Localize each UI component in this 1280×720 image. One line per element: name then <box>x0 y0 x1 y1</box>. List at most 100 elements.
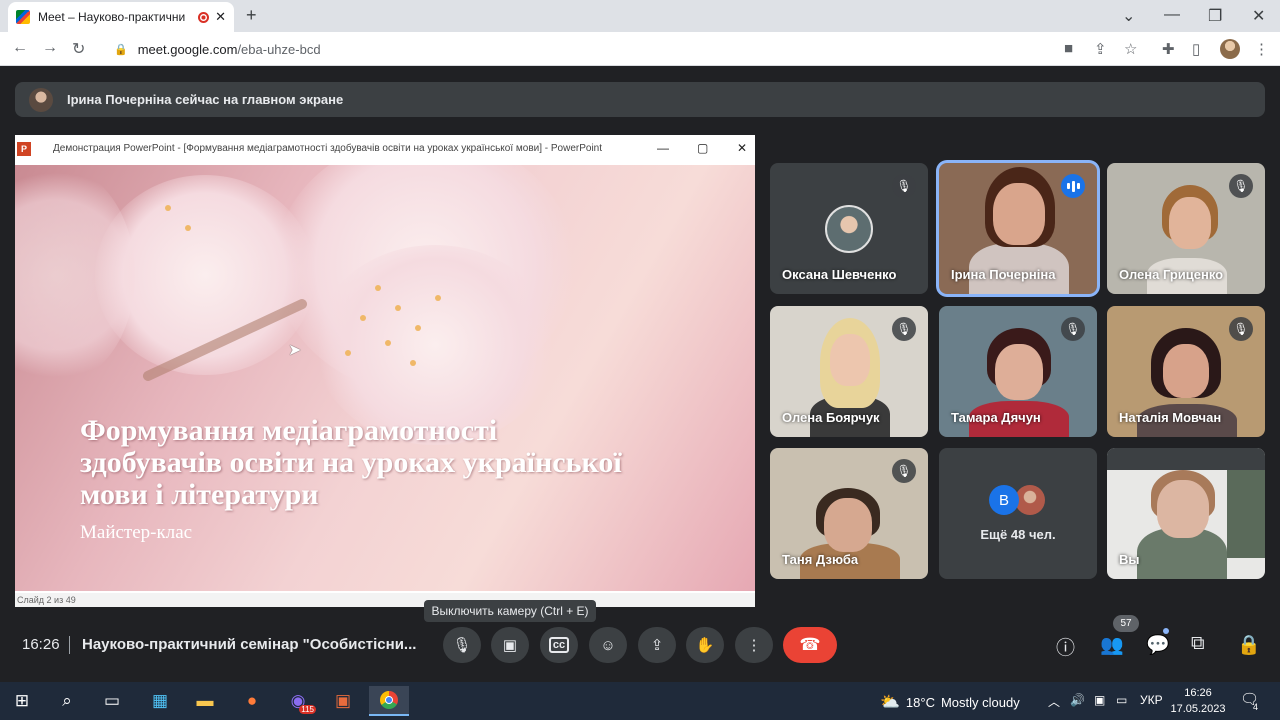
powerpoint-window-title: Демонстрация PowerPoint - [Формування ме… <box>53 143 603 154</box>
meet-favicon-icon <box>16 10 30 24</box>
browser-menu-icon[interactable]: ⋮ <box>1254 40 1269 58</box>
network-icon[interactable]: ▣ <box>1094 693 1105 707</box>
slide-title: Формування медіаграмотності здобувачів о… <box>80 414 622 511</box>
participant-tile[interactable]: 🎙 Олена Гриценко <box>1107 163 1265 294</box>
participant-tile[interactable]: 🎙 Наталія Мовчан <box>1107 306 1265 437</box>
mic-off-icon: 🎙 <box>1061 317 1085 341</box>
cloudy-icon: ⛅ <box>880 694 900 711</box>
emoji-icon: ☺ <box>600 636 616 654</box>
participant-initial-avatar: В <box>989 485 1019 515</box>
camera-button[interactable]: ▣ <box>491 627 529 663</box>
profile-avatar[interactable] <box>1220 39 1240 59</box>
host-controls-icon[interactable]: 🔒 <box>1237 633 1261 657</box>
participant-tile[interactable]: 🎙 Оксана Шевченко <box>770 163 928 294</box>
participant-avatar <box>825 205 873 253</box>
mic-off-icon: 🎙 <box>1229 317 1253 341</box>
more-options-button[interactable]: ⋮ <box>735 627 773 663</box>
new-tab-button[interactable]: + <box>246 5 257 26</box>
participant-name: Оксана Шевченко <box>782 267 897 282</box>
powerpoint-statusbar: Слайд 2 из 49 <box>15 593 755 607</box>
more-vert-icon: ⋮ <box>746 637 762 654</box>
microphone-button[interactable]: 🎙 <box>443 627 481 663</box>
people-icon[interactable]: 👥 <box>1100 633 1124 657</box>
activities-icon[interactable]: ⧉ <box>1191 633 1205 655</box>
banner-text: Ірина Почерніна сейчас на главном экране <box>67 92 344 107</box>
participant-tile[interactable]: 🎙 Олена Боярчук <box>770 306 928 437</box>
emoji-button[interactable]: ☺ <box>589 627 627 663</box>
participant-tile-speaking[interactable]: Ірина Почерніна <box>939 163 1097 294</box>
info-icon[interactable]: ⓘ <box>1056 633 1075 660</box>
tab-search-icon[interactable]: ⌄ <box>1122 6 1135 26</box>
powerpoint-taskbar-icon[interactable]: ▣ <box>323 686 363 716</box>
mic-off-icon: 🎙 <box>892 174 916 198</box>
minimize-icon[interactable]: — <box>1164 6 1180 24</box>
present-button[interactable]: ⇪ <box>638 627 676 663</box>
tab-title: Meet – Науково-практични <box>38 10 186 24</box>
firefox-icon[interactable]: ● <box>232 686 272 716</box>
presenter-avatar <box>29 87 53 112</box>
ppt-maximize-icon: ▢ <box>697 141 709 155</box>
reload-icon[interactable]: ↻ <box>72 39 85 59</box>
browser-tab[interactable]: Meet – Науково-практични ✕ <box>8 2 234 32</box>
mouse-cursor-icon: ➤ <box>288 342 302 359</box>
mic-icon: 🎙 <box>452 637 472 654</box>
captions-button[interactable]: cc <box>540 627 578 663</box>
divider <box>69 636 70 654</box>
participant-tile[interactable]: 🎙 Таня Дзюба <box>770 448 928 579</box>
language-indicator[interactable]: УКР <box>1140 693 1163 707</box>
search-icon[interactable]: ⌕ <box>47 686 87 716</box>
ppt-close-icon: ✕ <box>737 141 748 155</box>
forward-icon[interactable]: → <box>42 39 58 57</box>
raise-hand-button[interactable]: ✋ <box>686 627 724 663</box>
share-icon[interactable]: ⇪ <box>1094 40 1107 58</box>
chrome-taskbar-icon[interactable] <box>369 686 409 716</box>
back-icon[interactable]: ← <box>12 39 28 57</box>
camera-in-use-icon[interactable]: ■ <box>1064 40 1073 57</box>
mic-off-icon: 🎙 <box>892 459 916 483</box>
taskbar-clock[interactable]: 16:26 17.05.2023 <box>1168 685 1228 717</box>
url-host: meet.google.com <box>137 41 238 57</box>
participant-tile[interactable]: 🎙 Тамара Дячун <box>939 306 1097 437</box>
address-bar[interactable]: 🔒 meet.google.com /eba-uhze-bcd <box>100 37 1148 61</box>
participant-name: Тамара Дячун <box>951 410 1041 425</box>
more-participants-label: Ещё 48 чел. <box>980 527 1056 542</box>
battery-icon[interactable]: ▭ <box>1116 693 1127 707</box>
temperature: 18°C <box>905 694 935 710</box>
tray-chevron-icon[interactable]: ︿ <box>1048 693 1060 710</box>
participant-name: Олена Боярчук <box>782 410 880 425</box>
chat-icon[interactable]: 💬 <box>1146 633 1170 657</box>
self-view-tile[interactable]: Вы <box>1107 448 1265 579</box>
viber-badge: 115 <box>299 705 316 714</box>
recording-icon <box>198 11 210 23</box>
start-icon[interactable]: ⊞ <box>2 686 42 716</box>
meeting-time: 16:26 <box>22 636 60 653</box>
close-window-icon[interactable]: ✕ <box>1252 6 1265 26</box>
hand-icon: ✋ <box>695 637 715 654</box>
restore-icon[interactable]: ❐ <box>1208 6 1222 26</box>
task-view-icon[interactable]: ▭ <box>92 686 132 716</box>
more-participants-tile[interactable]: В Ещё 48 чел. <box>939 448 1097 579</box>
url-path: /eba-uhze-bcd <box>237 41 321 57</box>
leave-call-button[interactable]: ☎ <box>783 627 837 663</box>
store-icon[interactable]: ▦ <box>140 686 180 716</box>
file-explorer-icon[interactable]: ▬ <box>185 686 225 716</box>
clock-time: 16:26 <box>1184 687 1212 699</box>
viber-icon[interactable]: ◉ 115 <box>278 686 318 716</box>
slide: Формування медіаграмотності здобувачів о… <box>15 165 755 591</box>
lock-icon: 🔒 <box>114 43 128 56</box>
participant-photo-avatar <box>1015 485 1045 515</box>
volume-icon[interactable]: 🔊 <box>1070 693 1085 707</box>
extensions-icon[interactable]: ✚ <box>1162 40 1175 58</box>
participant-name: Таня Дзюба <box>782 552 859 567</box>
main-screen-banner: Ірина Почерніна сейчас на главном экране <box>15 82 1265 117</box>
camera-tooltip: Выключить камеру (Ctrl + E) <box>424 600 596 622</box>
participant-name: Вы <box>1119 552 1140 567</box>
participant-name: Наталія Мовчан <box>1119 410 1222 425</box>
tab-close-button[interactable]: ✕ <box>215 9 226 25</box>
captions-icon: cc <box>548 637 570 653</box>
bookmark-star-icon[interactable]: ☆ <box>1124 40 1137 58</box>
participant-count-badge: 57 <box>1113 615 1139 632</box>
clock-date: 17.05.2023 <box>1170 703 1226 715</box>
weather-widget[interactable]: ⛅ 18°C Mostly cloudy <box>880 692 1020 712</box>
side-panel-icon[interactable]: ▯ <box>1192 40 1200 58</box>
